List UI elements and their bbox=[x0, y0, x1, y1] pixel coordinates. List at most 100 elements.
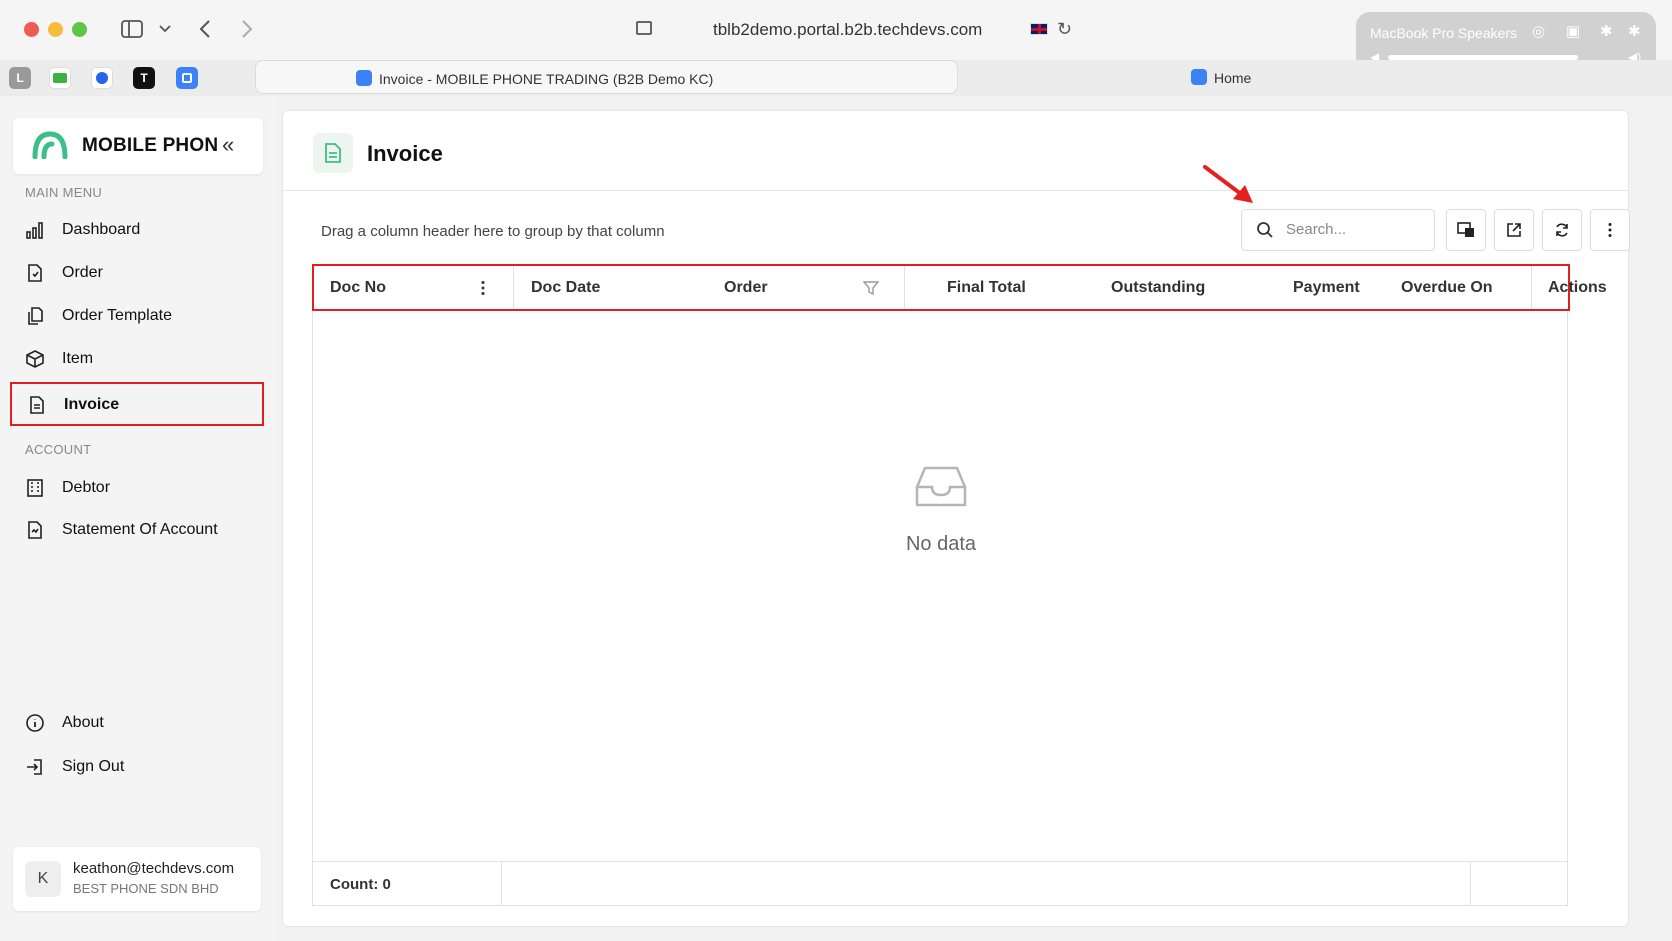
group-by-hint: Drag a column header here to group by th… bbox=[321, 223, 665, 240]
tab-invoice-label: Invoice - MOBILE PHONE TRADING (B2B Demo… bbox=[379, 71, 714, 87]
red-arrow-annotation-icon bbox=[1203, 165, 1253, 203]
page-title: Invoice bbox=[367, 141, 443, 166]
user-email: keathon@techdevs.com bbox=[73, 860, 235, 877]
column-header-doc-no[interactable]: Doc No bbox=[330, 279, 386, 297]
column-separator bbox=[1470, 862, 1471, 906]
invoice-doc-icon bbox=[325, 143, 341, 163]
square-app-icon bbox=[182, 73, 192, 83]
user-company: BEST PHONE SDN BHD bbox=[73, 881, 219, 896]
uk-flag-icon[interactable] bbox=[1030, 23, 1048, 35]
order-doc-icon bbox=[28, 264, 42, 282]
sidebar-item-debtor[interactable]: Debtor bbox=[13, 468, 263, 508]
home-favicon-icon bbox=[1191, 69, 1207, 85]
more-options-button[interactable] bbox=[1590, 209, 1630, 251]
search-field[interactable] bbox=[1241, 209, 1435, 251]
zoom-window-button[interactable] bbox=[72, 22, 87, 37]
pinned-tab-blue-square[interactable] bbox=[176, 67, 198, 89]
brand-logo-icon bbox=[32, 131, 68, 159]
green-app-icon bbox=[53, 73, 67, 83]
sidebar-item-statement-of-account[interactable]: Statement Of Account bbox=[13, 510, 263, 550]
column-header-doc-date[interactable]: Doc Date bbox=[531, 279, 600, 297]
grid-footer: Count: 0 bbox=[313, 861, 1567, 906]
column-header-overdue-on[interactable]: Overdue On bbox=[1401, 279, 1493, 297]
column-header-outstanding[interactable]: Outstanding bbox=[1111, 279, 1205, 297]
speaker-output-name: MacBook Pro Speakers bbox=[1370, 25, 1518, 41]
sidebar-item-about[interactable]: About bbox=[13, 703, 263, 743]
column-header-actions[interactable]: Actions bbox=[1548, 279, 1607, 297]
minimize-window-button[interactable] bbox=[48, 22, 63, 37]
sidebar-item-order[interactable]: Order bbox=[13, 253, 263, 293]
tab-invoice[interactable]: Invoice - MOBILE PHONE TRADING (B2B Demo… bbox=[255, 60, 958, 94]
page-icon-box bbox=[313, 133, 353, 173]
address-bar-url[interactable]: tblb2demo.portal.b2b.techdevs.com bbox=[713, 20, 982, 40]
statement-doc-icon bbox=[28, 521, 42, 539]
row-count: Count: 0 bbox=[330, 876, 391, 893]
column-separator bbox=[904, 266, 905, 309]
building-icon bbox=[27, 479, 43, 497]
sidebar-item-label: Order bbox=[62, 264, 103, 281]
sidebar: MOBILE PHON « MAIN MENU Dashboard Order … bbox=[0, 96, 276, 941]
column-separator bbox=[513, 266, 514, 309]
pinned-tab-t[interactable]: T bbox=[133, 67, 155, 89]
sidebar-item-label: Sign Out bbox=[62, 758, 125, 775]
sidebar-item-invoice[interactable]: Invoice bbox=[10, 382, 264, 426]
refresh-button[interactable] bbox=[1542, 209, 1582, 251]
sidebar-item-label: Dashboard bbox=[62, 221, 141, 238]
sidebar-item-label: Order Template bbox=[62, 307, 172, 324]
user-profile-card[interactable]: K keathon@techdevs.com BEST PHONE SDN BH… bbox=[13, 847, 261, 911]
no-data-text: No data bbox=[905, 533, 977, 555]
back-arrow-icon[interactable] bbox=[199, 19, 211, 39]
column-header-order[interactable]: Order bbox=[724, 279, 768, 297]
sidebar-item-order-template[interactable]: Order Template bbox=[13, 296, 263, 336]
brand-header: MOBILE PHON « bbox=[13, 118, 263, 174]
avatar: K bbox=[25, 861, 61, 897]
invoice-doc-icon bbox=[30, 396, 44, 414]
close-window-button[interactable] bbox=[24, 22, 39, 37]
search-input[interactable] bbox=[1286, 221, 1426, 238]
empty-inbox-icon bbox=[915, 466, 967, 507]
vertical-dots-icon bbox=[1608, 223, 1612, 237]
column-header-final-total[interactable]: Final Total bbox=[947, 279, 1026, 297]
brand-name: MOBILE PHON bbox=[82, 135, 219, 156]
main-menu-label: MAIN MENU bbox=[25, 185, 103, 200]
sidebar-item-dashboard[interactable]: Dashboard bbox=[13, 210, 263, 250]
chevron-down-icon[interactable] bbox=[159, 25, 171, 33]
pinned-tab-blue-dot[interactable] bbox=[91, 67, 113, 89]
account-label: ACCOUNT bbox=[25, 442, 92, 457]
main-panel: Invoice Drag a column header here to gro… bbox=[282, 110, 1630, 927]
sidebar-item-label: Debtor bbox=[62, 479, 111, 496]
column-separator bbox=[1531, 266, 1532, 309]
cube-icon bbox=[26, 350, 44, 368]
column-separator bbox=[501, 862, 502, 906]
column-chooser-button[interactable] bbox=[1446, 209, 1486, 251]
pinned-tab-green[interactable] bbox=[49, 67, 71, 89]
browser-tab-bar: L T Invoice - MOBILE PHONE TRADING (B2B … bbox=[0, 60, 1672, 96]
export-button[interactable] bbox=[1494, 209, 1534, 251]
sidebar-item-label: Invoice bbox=[64, 396, 120, 413]
site-info-icon[interactable] bbox=[636, 21, 652, 35]
sidebar-item-label: About bbox=[62, 714, 104, 731]
column-header-payment[interactable]: Payment bbox=[1293, 279, 1360, 297]
airplay-icon: ◎ bbox=[1532, 23, 1546, 40]
grid-header-row: Doc No Doc Date Order Final Total Outsta… bbox=[312, 264, 1607, 311]
bar-chart-icon bbox=[26, 222, 43, 239]
bluetooth-icon: ✱ bbox=[1600, 23, 1613, 40]
tab-home[interactable]: Home bbox=[1180, 60, 1320, 94]
reload-icon[interactable]: ↻ bbox=[1057, 19, 1072, 40]
pinned-tab-l[interactable]: L bbox=[9, 67, 31, 89]
copy-doc-icon bbox=[28, 307, 43, 325]
sidebar-item-item[interactable]: Item bbox=[13, 339, 263, 379]
invoice-grid: Doc No Doc Date Order Final Total Outsta… bbox=[312, 264, 1607, 906]
collapse-sidebar-button[interactable]: « bbox=[222, 132, 234, 158]
sidebar-item-label: Statement Of Account bbox=[62, 521, 218, 538]
filter-icon[interactable] bbox=[863, 280, 879, 296]
export-icon bbox=[1507, 223, 1521, 237]
forward-arrow-icon[interactable] bbox=[241, 19, 253, 39]
sidebar-toggle-icon[interactable] bbox=[121, 20, 143, 38]
info-icon bbox=[26, 714, 44, 732]
column-menu-icon[interactable] bbox=[481, 280, 485, 296]
column-chooser-icon bbox=[1457, 222, 1474, 237]
sign-out-icon bbox=[27, 759, 42, 775]
sidebar-item-sign-out[interactable]: Sign Out bbox=[13, 747, 263, 787]
tab-home-label: Home bbox=[1214, 70, 1252, 86]
